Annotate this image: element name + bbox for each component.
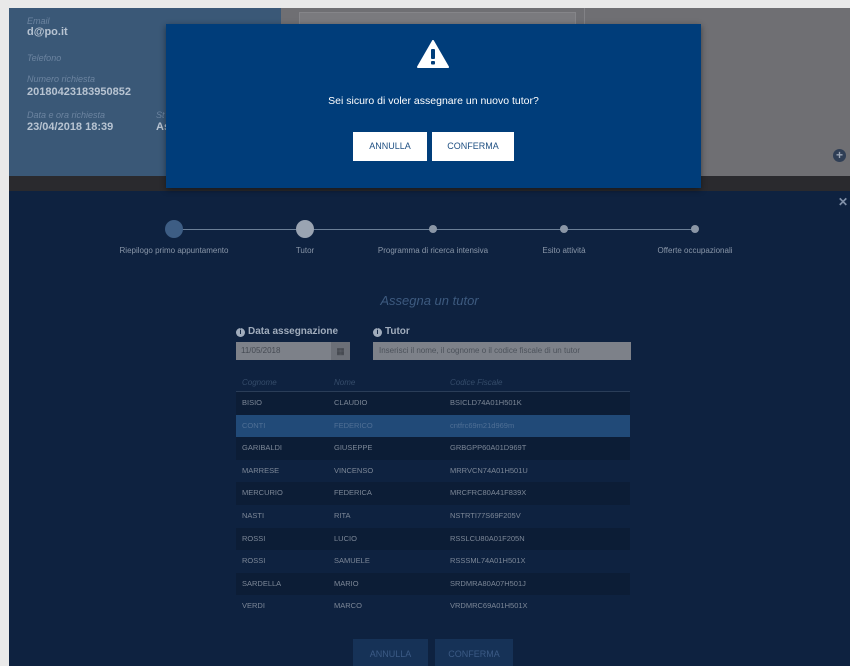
table-row[interactable]: BISIO CLAUDIO BSICLD74A01H501K: [236, 392, 630, 415]
cell-codice-fiscale: MRRVCN74A01H501U: [450, 465, 528, 475]
cell-codice-fiscale: NSTRTI77S69F205V: [450, 510, 521, 520]
cell-codice-fiscale: BSICLD74A01H501K: [450, 398, 522, 407]
tutor-label-text: Tutor: [385, 326, 410, 337]
cell-codice-fiscale: cntfrc69m21d969m: [450, 420, 515, 430]
cell-codice-fiscale: SRDMRA80A07H501J: [450, 578, 526, 588]
table-row[interactable]: MARRESE VINCENSO MRRVCN74A01H501U: [236, 459, 630, 483]
cell-codice-fiscale: RSSSML74A01H501X: [450, 556, 526, 566]
column-header-nome: Nome: [334, 378, 356, 387]
cell-nome: MARCO: [334, 601, 362, 611]
request-number-value: 20180423183950852: [27, 86, 132, 98]
cell-cognome: VERDI: [242, 601, 265, 611]
cell-cognome: SARDELLA: [242, 578, 282, 588]
table-row[interactable]: SARDELLA MARIO SRDMRA80A07H501J: [236, 572, 630, 596]
info-icon: i: [236, 328, 245, 337]
date-label-text: Data assegnazione: [248, 326, 339, 337]
date-field[interactable]: 11/05/2018: [236, 342, 331, 360]
cell-codice-fiscale: MRCFRC80A41F839X: [450, 488, 527, 498]
warning-icon: [417, 40, 449, 68]
cell-nome: SAMUELE: [334, 556, 370, 566]
cell-cognome: MARRESE: [242, 465, 280, 475]
table-body: BISIO CLAUDIO BSICLD74A01H501K CONTI FEDERIC…: [236, 392, 630, 618]
table-row[interactable]: ROSSI SAMUELE RSSSML74A01H501X: [236, 550, 630, 573]
column-header-cognome: Cognome: [242, 378, 277, 387]
cell-cognome: CONTI: [242, 420, 266, 430]
cell-nome: MARIO: [334, 578, 359, 588]
step-label-5: Offerte occupazionali: [657, 246, 733, 255]
status-label: St: [156, 110, 165, 120]
cell-cognome: NASTI: [242, 510, 265, 520]
cell-cognome: ROSSI: [242, 556, 266, 566]
table-row[interactable]: GARIBALDI GIUSEPPE GRBGPP60A01D969T: [236, 437, 630, 460]
confirm-button[interactable]: CONFERMA: [435, 639, 513, 666]
tutor-search-input[interactable]: Inserisci il nome, il cognome o il codic…: [373, 342, 631, 360]
step-label-2: Tutor: [295, 246, 315, 255]
cell-cognome: ROSSI: [242, 533, 266, 543]
request-datetime-value: 23/04/2018 18:39: [27, 121, 114, 133]
cell-cognome: BISIO: [242, 398, 263, 407]
column-header-codice-fiscale: Codice Fiscale: [450, 378, 503, 387]
dialog-confirm-button[interactable]: CONFERMA: [432, 132, 514, 161]
tutor-table: Cognome Nome Codice Fiscale BISIO CLAUDIO…: [236, 375, 630, 618]
step-dot-3[interactable]: [429, 225, 437, 233]
step-dot-4[interactable]: [560, 225, 568, 233]
date-label: i Data assegnazione: [236, 326, 338, 337]
step-dot-2[interactable]: [296, 220, 314, 238]
cell-nome: LUCIO: [334, 533, 357, 543]
tutor-label: i Tutor: [373, 326, 410, 337]
info-icon: i: [373, 328, 382, 337]
cell-nome: VINCENSO: [334, 465, 374, 475]
request-datetime-label: Data e ora richiesta: [27, 110, 106, 120]
table-row[interactable]: NASTI RITA NSTRTI77S69F205V: [236, 504, 630, 528]
add-circle-icon[interactable]: +: [833, 149, 846, 162]
confirm-dialog: Sei sicuro di voler assegnare un nuovo t…: [166, 24, 701, 188]
cell-codice-fiscale: GRBGPP60A01D969T: [450, 443, 527, 453]
cell-nome: FEDERICO: [334, 420, 373, 430]
table-row[interactable]: VERDI MARCO VRDMRC69A01H501X: [236, 595, 630, 618]
cell-cognome: MERCURIO: [242, 488, 283, 498]
step-label-1: Riepilogo primo appuntamento: [119, 246, 229, 255]
section-title: Assegna un tutor: [380, 293, 479, 308]
cell-codice-fiscale: RSSLCU80A01F205N: [450, 533, 525, 543]
dialog-message: Sei sicuro di voler assegnare un nuovo t…: [328, 95, 539, 107]
email-label: Email: [27, 16, 50, 26]
calendar-icon[interactable]: ▦: [331, 342, 350, 360]
step-dot-1[interactable]: [165, 220, 183, 238]
cell-nome: RITA: [334, 510, 351, 520]
step-label-3: Programma di ricerca intensiva: [377, 246, 489, 255]
cell-nome: FEDERICA: [334, 488, 372, 498]
close-icon[interactable]: ✕: [838, 195, 848, 209]
cell-cognome: GARIBALDI: [242, 443, 283, 453]
table-header: Cognome Nome Codice Fiscale: [236, 375, 630, 392]
phone-label: Telefono: [27, 53, 62, 63]
email-value: d@po.it: [27, 26, 68, 38]
dialog-cancel-button[interactable]: ANNULLA: [353, 132, 427, 161]
assign-tutor-modal: ✕ Riepilogo primo appuntamento Tutor Pro…: [9, 191, 850, 666]
step-dot-5[interactable]: [691, 225, 699, 233]
cell-nome: CLAUDIO: [334, 398, 368, 407]
table-row[interactable]: MERCURIO FEDERICA MRCFRC80A41F839X: [236, 482, 630, 505]
table-row[interactable]: CONTI FEDERICO cntfrc69m21d969m: [236, 414, 630, 438]
request-number-label: Numero richiesta: [27, 74, 96, 84]
cancel-button[interactable]: ANNULLA: [353, 639, 428, 666]
table-row[interactable]: ROSSI LUCIO RSSLCU80A01F205N: [236, 527, 630, 551]
cell-nome: GIUSEPPE: [334, 443, 373, 453]
cell-codice-fiscale: VRDMRC69A01H501X: [450, 601, 528, 611]
step-label-4: Esito attività: [542, 246, 586, 255]
